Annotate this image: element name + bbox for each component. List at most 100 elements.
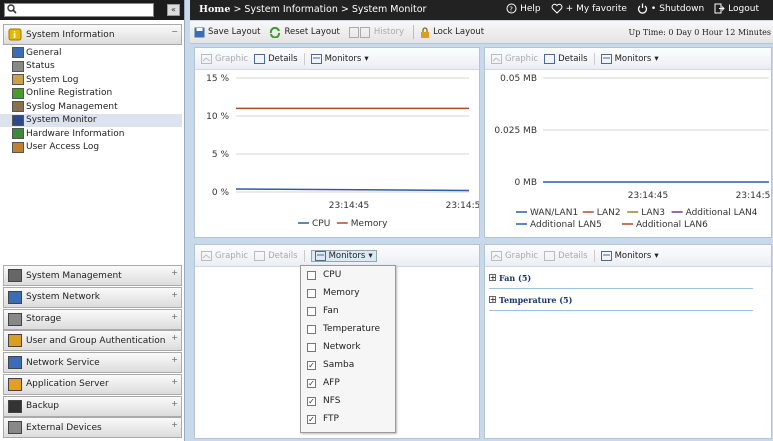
section-user-and-group-authentication[interactable]: User and Group Authentication + — [3, 330, 182, 352]
option-label: Memory — [323, 288, 360, 298]
heart-icon — [551, 3, 563, 14]
monitor-option-network[interactable]: Network — [301, 338, 395, 356]
monitor-option-nfs[interactable]: ✓ NFS — [301, 392, 395, 410]
section-system-management[interactable]: System Management + — [3, 265, 182, 286]
expand-icon[interactable]: + — [171, 290, 178, 299]
expand-icon[interactable]: + — [171, 399, 178, 408]
option-label: FTP — [323, 414, 339, 424]
logout-link[interactable]: Logout — [714, 3, 759, 14]
breadcrumb: Home > System Information > System Monit… — [199, 4, 426, 15]
option-label: AFP — [323, 378, 340, 388]
option-label: Network — [323, 342, 361, 352]
sidebar-item-online-registration[interactable]: Online Registration — [0, 87, 182, 101]
favorite-link[interactable]: + My favorite — [551, 3, 627, 14]
separator — [593, 52, 595, 65]
expand-icon[interactable]: + — [171, 355, 178, 364]
tree-row-fan[interactable]: + Fan (5) — [489, 267, 753, 289]
collapse-sidebar-icon[interactable]: « — [167, 4, 180, 16]
monitors-button[interactable]: Monitors ▾ — [600, 250, 659, 261]
checkbox[interactable]: ✓ — [307, 396, 316, 406]
section-label: System Network — [26, 292, 100, 303]
graphic-button[interactable]: Graphic — [491, 250, 538, 261]
sidebar-item-hardware-information[interactable]: Hardware Information — [0, 127, 182, 141]
tree-row-temperature[interactable]: + Temperature (5) — [489, 289, 753, 311]
help-link[interactable]: ? Help — [506, 3, 541, 14]
details-button[interactable]: Details — [254, 53, 298, 64]
checkbox[interactable]: ✓ — [307, 414, 316, 424]
sidebar-item-system-monitor[interactable]: System Monitor — [0, 113, 182, 127]
expand-icon[interactable]: + — [171, 312, 178, 321]
toolbar-separator — [413, 25, 415, 39]
section-icon — [8, 399, 22, 413]
section-icon — [8, 421, 22, 435]
section-storage[interactable]: Storage + — [3, 308, 182, 330]
details-button[interactable]: Details — [254, 250, 298, 261]
checkbox[interactable] — [307, 288, 316, 298]
cpu-memory-chart: 15 % 10 % 5 % 0 % 23:14:45 23:14:5 CPU Memory — [206, 74, 479, 229]
section-network-service[interactable]: Network Service + — [3, 352, 182, 373]
details-button[interactable]: Details — [544, 53, 588, 64]
graphic-icon — [201, 53, 212, 64]
y-tick-label: 0.05 MB — [500, 74, 537, 84]
option-label: CPU — [323, 270, 342, 280]
checkbox[interactable] — [307, 324, 316, 334]
save-layout-button[interactable]: Save Layout — [194, 27, 260, 38]
sidebar-item-general[interactable]: General — [0, 46, 182, 60]
sidebar-item-syslog-management[interactable]: Syslog Management — [0, 100, 182, 114]
section-icon — [8, 334, 22, 348]
section-label: System Information — [26, 29, 115, 40]
section-label: Network Service — [26, 357, 100, 368]
monitor-option-ftp[interactable]: ✓ FTP — [301, 410, 395, 428]
lock-layout-button[interactable]: Lock Layout — [420, 26, 484, 38]
breadcrumb-home[interactable]: Home — [199, 4, 230, 15]
expand-icon[interactable]: + — [489, 296, 496, 303]
expand-icon[interactable]: + — [489, 274, 496, 281]
monitor-option-samba[interactable]: ✓ Samba — [301, 356, 395, 374]
monitors-button[interactable]: Monitors ▾ — [600, 53, 659, 64]
hardware-icon — [12, 128, 24, 140]
checkbox[interactable]: ✓ — [307, 360, 316, 370]
monitors-button[interactable]: Monitors ▾ — [310, 53, 369, 64]
general-icon — [12, 47, 24, 59]
sidebar-item-user-access-log[interactable]: User Access Log — [0, 141, 182, 155]
section-system-information[interactable]: i System Information − — [3, 24, 182, 45]
section-external-devices[interactable]: External Devices + — [3, 417, 182, 439]
details-button[interactable]: Details — [544, 250, 588, 261]
checkbox[interactable]: ✓ — [307, 378, 316, 388]
sidebar-item-status[interactable]: Status — [0, 60, 182, 74]
collapse-icon[interactable]: − — [171, 27, 178, 36]
monitor-option-temperature[interactable]: Temperature — [301, 320, 395, 338]
panel-cpu-memory: Graphic Details Monitors ▾ 15 % 10 % 5 % 0 %… — [194, 47, 480, 238]
network-chart: 0.05 MB 0.025 MB 0 MB 23:14:45 23:14:5 WAN/LA… — [494, 74, 770, 230]
info-icon: i — [8, 28, 22, 41]
x-tick-label: 23:14:5 — [446, 201, 479, 211]
shutdown-link[interactable]: • Shutdown — [637, 3, 704, 14]
search-input[interactable] — [4, 3, 154, 17]
top-bar: Home > System Information > System Monit… — [190, 0, 773, 20]
expand-icon[interactable]: + — [171, 268, 178, 277]
help-icon: ? — [506, 3, 517, 14]
expand-icon[interactable]: + — [171, 333, 178, 342]
graphic-button[interactable]: Graphic — [491, 53, 538, 64]
option-label: Fan — [323, 306, 339, 316]
checkbox[interactable] — [307, 342, 316, 352]
monitor-option-cpu[interactable]: CPU — [301, 266, 395, 284]
expand-icon[interactable]: + — [171, 377, 178, 386]
sidebar-item-system-log[interactable]: System Log — [0, 73, 182, 87]
monitor-option-memory[interactable]: Memory — [301, 284, 395, 302]
section-system-network[interactable]: System Network + — [3, 286, 182, 308]
monitor-option-fan[interactable]: Fan — [301, 302, 395, 320]
expand-icon[interactable]: + — [171, 420, 178, 429]
section-backup[interactable]: Backup + — [3, 395, 182, 417]
monitor-option-afp[interactable]: ✓ AFP — [301, 374, 395, 392]
checkbox[interactable] — [307, 306, 316, 316]
section-application-server[interactable]: Application Server + — [3, 373, 182, 395]
graphic-button[interactable]: Graphic — [201, 53, 248, 64]
monitors-icon — [600, 250, 612, 261]
checkbox[interactable] — [307, 270, 316, 280]
monitors-button[interactable]: Monitors ▾ — [310, 249, 377, 262]
history-button[interactable]: History — [348, 26, 404, 38]
reset-layout-button[interactable]: Reset Layout — [269, 26, 340, 38]
sidebar-item-label: System Monitor — [26, 115, 97, 126]
graphic-button[interactable]: Graphic — [201, 250, 248, 261]
